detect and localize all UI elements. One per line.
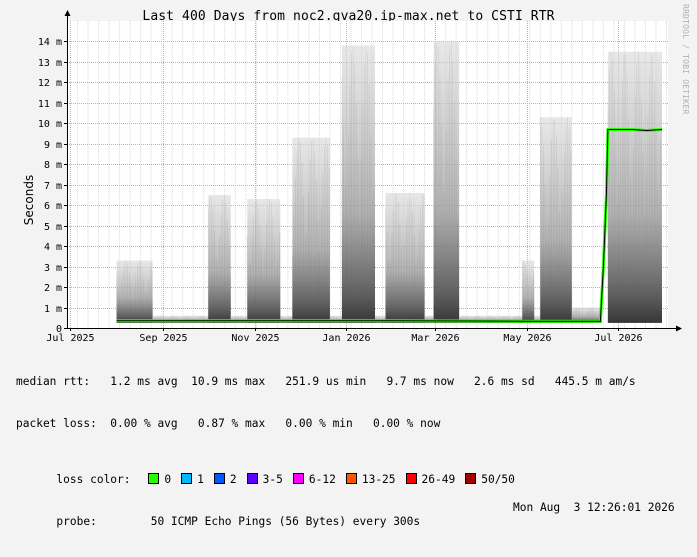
loss-color-item-label: 3-5 (262, 473, 283, 486)
loss-color-item: 6-12 (292, 473, 336, 487)
loss-color-swatch (345, 473, 357, 484)
loss-color-row: loss color: 0 1 2 3-5 6-12 13-25 26-49 50/50 (16, 459, 636, 486)
x-tick-label: Nov 2025 (231, 333, 279, 344)
loss-color-swatch (181, 473, 193, 484)
y-tick-label: 1 m (44, 304, 62, 315)
y-tick-label: 5 m (44, 222, 62, 233)
loss-color-item-label: 2 (229, 473, 237, 486)
loss-color-item-label: 6-12 (308, 473, 336, 486)
legend-block: median rtt: 1.2 ms avg 10.9 ms max 251.9… (16, 347, 675, 543)
x-axis-arrow (676, 325, 682, 332)
loss-color-swatch (148, 473, 160, 484)
loss-color-swatch (465, 473, 477, 484)
y-tick-label: 9 m (44, 140, 62, 151)
x-tick-label: May 2026 (503, 333, 551, 344)
loss-color-label: loss color: (56, 473, 131, 486)
y-tick-label: 3 m (44, 263, 62, 274)
loss-color-swatch (405, 473, 417, 484)
loss-color-item-label: 13-25 (361, 473, 396, 486)
x-tick-label: Jan 2026 (322, 333, 370, 344)
loss-color-swatch (292, 473, 304, 484)
loss-color-item: 50/50 (465, 473, 515, 487)
loss-color-item: 26-49 (405, 473, 456, 487)
x-tick-label: Sep 2025 (139, 333, 187, 344)
loss-color-swatch (213, 473, 225, 484)
smokeping-graph: Last 400 Days from noc2.gva20.ip-max.net… (0, 0, 697, 528)
loss-color-item: 0 (148, 473, 171, 487)
y-tick-label: 8 m (44, 160, 62, 171)
plot-area: 01 m2 m3 m4 m5 m6 m7 m8 m9 m10 m11 m12 m… (38, 10, 682, 344)
y-axis-arrow (64, 10, 71, 16)
y-tick-label: 10 m (38, 119, 62, 130)
x-tick-labels: Jul 2025 Sep 2025 Nov 2025 Jan 2026 Mar 2026… (46, 333, 642, 344)
y-tick-label: 2 m (44, 283, 62, 294)
y-tick-label: 7 m (44, 181, 62, 192)
y-tick-label: 12 m (38, 78, 62, 89)
y-tick-label: 13 m (38, 58, 62, 69)
x-tick-label: Jul 2026 (594, 333, 642, 344)
loss-color-item-label: 1 (197, 473, 204, 486)
probe-row: probe: 50 ICMP Echo Pings (56 Bytes) eve… (16, 501, 674, 528)
loss-color-item: 13-25 (345, 473, 396, 487)
x-tick-label: Mar 2026 (411, 333, 459, 344)
loss-color-item: 1 (181, 473, 204, 487)
y-tick-label: 4 m (44, 242, 62, 253)
probe-timestamp: Mon Aug 3 12:26:01 2026 (513, 501, 675, 514)
x-tick-label: Jul 2025 (46, 333, 94, 344)
y-tick-label: 14 m (38, 37, 62, 48)
median-rtt-row: median rtt: 1.2 ms avg 10.9 ms max 251.9… (16, 375, 636, 388)
loss-color-item-label: 26-49 (421, 473, 456, 486)
loss-color-item: 2 (213, 473, 237, 487)
loss-color-item: 3-5 (246, 473, 283, 487)
y-tick-labels: 01 m2 m3 m4 m5 m6 m7 m8 m9 m10 m11 m12 m… (38, 37, 62, 335)
smoke-segment (385, 192, 425, 323)
packet-loss-row: packet loss: 0.00 % avg 0.87 % max 0.00 … (16, 417, 441, 430)
loss-color-swatch (246, 473, 258, 484)
y-tick-label: 6 m (44, 201, 62, 212)
loss-color-item-label: 0 (164, 473, 172, 486)
y-tick-label: 11 m (38, 99, 62, 110)
loss-color-item-label: 50/50 (481, 473, 515, 486)
probe-text: probe: 50 ICMP Echo Pings (56 Bytes) eve… (56, 515, 421, 528)
loss-color-items: 0 1 2 3-5 6-12 13-25 26-49 50/50 (148, 473, 524, 486)
